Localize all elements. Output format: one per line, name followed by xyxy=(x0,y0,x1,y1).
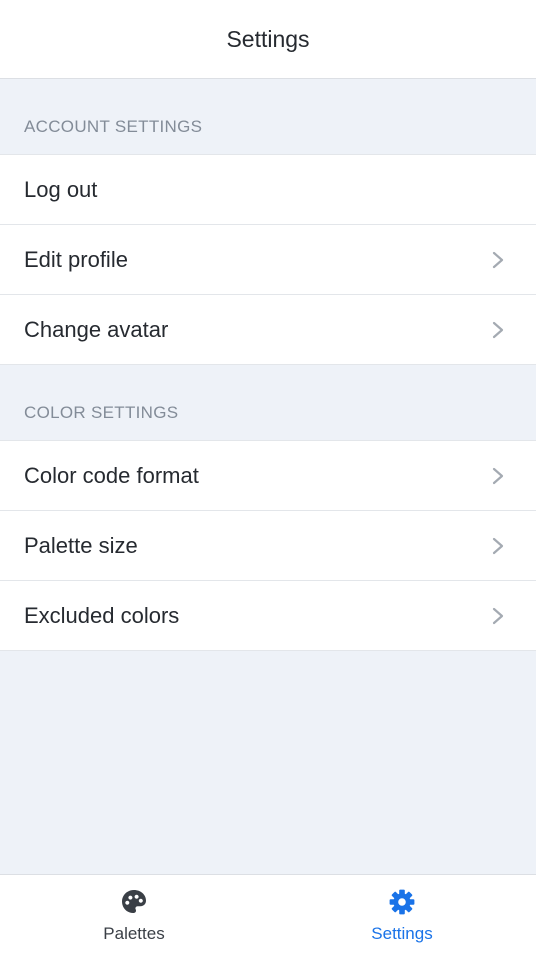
nav-header: Settings xyxy=(0,0,536,79)
tab-bar: Palettes Settings xyxy=(0,874,536,954)
row-label: Edit profile xyxy=(24,246,128,272)
settings-row-palette-size[interactable]: Palette size xyxy=(0,511,536,581)
settings-row-change-avatar[interactable]: Change avatar xyxy=(0,295,536,365)
settings-row-log-out[interactable]: Log out xyxy=(0,155,536,225)
row-label: Change avatar xyxy=(24,316,169,342)
chevron-right-icon xyxy=(492,607,504,624)
gear-icon xyxy=(389,889,415,915)
tab-settings[interactable]: Settings xyxy=(268,875,536,954)
chevron-right-icon xyxy=(492,321,504,338)
row-label: Excluded colors xyxy=(24,602,180,628)
chevron-right-icon xyxy=(492,251,504,268)
chevron-right-icon xyxy=(492,467,504,484)
settings-row-color-code-format[interactable]: Color code format xyxy=(0,441,536,511)
settings-row-excluded-colors[interactable]: Excluded colors xyxy=(0,581,536,651)
page-title: Settings xyxy=(226,26,310,52)
palette-icon xyxy=(122,890,146,913)
settings-row-edit-profile[interactable]: Edit profile xyxy=(0,225,536,295)
section-title: ACCOUNT SETTINGS xyxy=(24,117,203,136)
section-header-color: COLOR SETTINGS xyxy=(0,365,536,441)
tab-label: Palettes xyxy=(103,924,165,943)
tab-palettes[interactable]: Palettes xyxy=(0,875,268,954)
section-header-account: ACCOUNT SETTINGS xyxy=(0,79,536,155)
chevron-right-icon xyxy=(492,537,504,554)
row-label: Log out xyxy=(24,176,98,202)
row-label: Palette size xyxy=(24,532,138,558)
row-label: Color code format xyxy=(24,462,199,488)
settings-list[interactable]: ACCOUNT SETTINGS Log out Edit profile Ch… xyxy=(0,79,536,874)
section-title: COLOR SETTINGS xyxy=(24,403,179,422)
tab-label: Settings xyxy=(371,924,433,943)
